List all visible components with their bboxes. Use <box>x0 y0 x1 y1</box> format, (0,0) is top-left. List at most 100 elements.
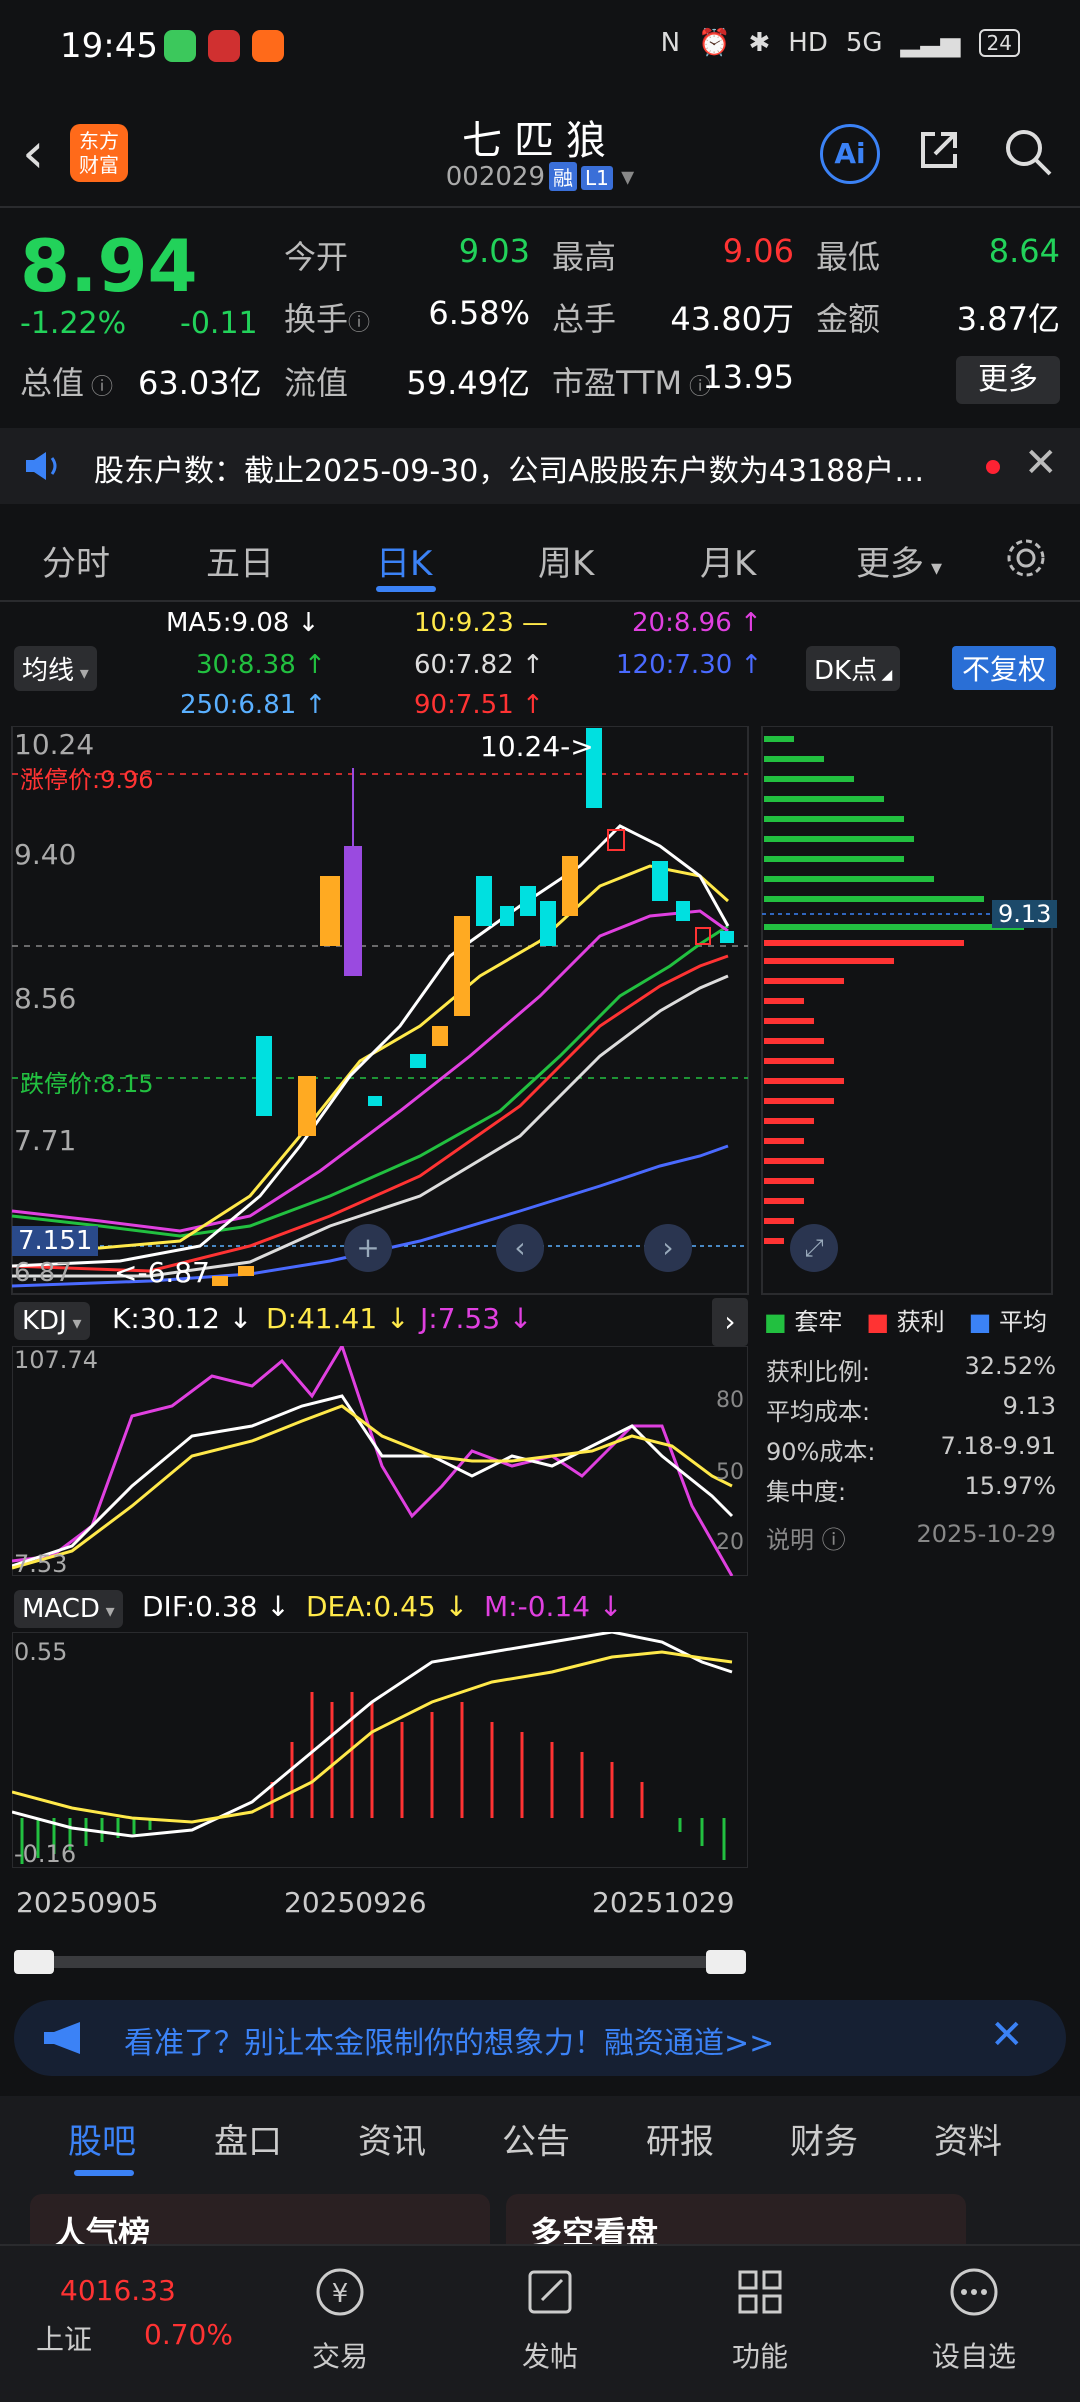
moving-averages <box>11 824 730 1288</box>
nav-trade[interactable]: ¥ 交易 <box>280 2264 400 2375</box>
chevron-left-icon[interactable]: ‹ <box>496 1224 544 1272</box>
expand-icon[interactable]: ⤢ <box>790 1224 838 1272</box>
ma90-legend: 90:7.51 ↑ <box>414 690 544 720</box>
volume-value: 43.80万 <box>670 300 794 338</box>
crosshair-price-tag: 7.151 <box>12 1226 99 1256</box>
tab-news[interactable]: 资讯 <box>358 2114 426 2163</box>
macd-chart <box>12 1632 748 1868</box>
more-button[interactable]: 更多 <box>956 356 1060 404</box>
gear-icon[interactable] <box>1004 536 1048 580</box>
search-icon[interactable] <box>1002 126 1054 178</box>
high-marker: 10.24-> <box>480 730 594 763</box>
tab-more[interactable]: 更多 ▾ <box>856 536 942 585</box>
high-value: 9.06 <box>722 232 794 270</box>
y-tick-bottom: 6.87 <box>14 1258 72 1288</box>
banner-text: 看准了？别让本金限制你的想象力！融资通道>> <box>124 2026 775 2061</box>
legend-trapped: ■ 套牢 <box>764 1308 843 1336</box>
zoom-in-button[interactable]: + <box>344 1224 392 1272</box>
turnover-label[interactable]: 换手ⓘ <box>284 294 370 340</box>
car-app-icon <box>208 30 240 62</box>
nfc-icon: N <box>660 28 681 58</box>
kdj-top: 107.74 <box>14 1346 98 1374</box>
close-icon[interactable]: ✕ <box>1024 440 1058 486</box>
float-cap-label: 流值 <box>284 364 349 402</box>
notice-bar[interactable]: 股东户数：截止2025-09-30，公司A股股东户数为43188户… ✕ <box>0 428 1080 504</box>
ma60-legend: 60:7.82 ↑ <box>414 650 544 680</box>
open-label: 今开 <box>284 238 349 276</box>
tab-finance[interactable]: 财务 <box>790 2114 858 2163</box>
total-cap-label[interactable]: 总值 ⓘ <box>20 358 113 404</box>
tab-announcements[interactable]: 公告 <box>502 2114 570 2163</box>
period-tabs: 分时 五日 日K 周K 月K 更多 ▾ <box>0 516 1080 600</box>
stock-code: 002029 <box>445 162 546 192</box>
tab-monthly-k[interactable]: 月K <box>700 536 756 585</box>
chevron-right-icon[interactable]: › <box>644 1224 692 1272</box>
nav-functions[interactable]: 功能 <box>700 2264 820 2375</box>
tab-daily-k[interactable]: 日K <box>376 536 432 585</box>
kdj-level-20: 20 <box>716 1530 744 1555</box>
y-tick-4: 7.71 <box>14 1124 77 1157</box>
nav-watchlist[interactable]: 设自选 <box>914 2264 1034 2375</box>
macd-selector[interactable]: MACD ▾ <box>14 1590 123 1628</box>
ai-button[interactable]: Ai <box>820 124 880 184</box>
level-badge: L1 <box>581 166 613 190</box>
chip-date: 2025-10-29 <box>916 1520 1056 1548</box>
cost-90-value: 7.18-9.91 <box>940 1432 1056 1460</box>
share-icon[interactable] <box>915 126 963 174</box>
adjust-toggle[interactable]: 不复权 <box>952 646 1057 690</box>
index-name: 上证 <box>36 2323 93 2356</box>
y-tick-2: 9.40 <box>14 838 77 871</box>
kdj-selector[interactable]: KDJ ▾ <box>14 1302 90 1340</box>
volume-label: 总手 <box>552 300 617 338</box>
change-percent: -1.22% <box>20 306 127 341</box>
tab-research[interactable]: 研报 <box>646 2114 714 2163</box>
concentration-label: 集中度: <box>766 1478 847 1506</box>
kdj-level-50: 50 <box>716 1460 744 1485</box>
pe-label[interactable]: 市盈TTM ⓘ <box>552 358 711 404</box>
concentration-value: 15.97% <box>964 1472 1056 1500</box>
ma-selector[interactable]: 均线 ▾ <box>14 646 97 691</box>
yen-icon: ¥ <box>316 2268 364 2316</box>
candlesticks <box>212 728 734 1286</box>
limit-down-label: 跌停价:8.15 <box>20 1070 154 1098</box>
range-slider-track[interactable] <box>18 1956 740 1968</box>
legend-average: ■ 平均 <box>968 1308 1047 1336</box>
nav-post[interactable]: 发帖 <box>490 2264 610 2375</box>
dk-selector[interactable]: DK点 ◢ <box>806 646 901 691</box>
message-app-icon <box>164 30 196 62</box>
chip-help[interactable]: 说明 ⓘ <box>766 1520 846 1560</box>
close-icon[interactable]: ✕ <box>990 2012 1024 2058</box>
change-value: -0.11 <box>180 306 258 341</box>
index-change: 0.70% <box>144 2318 233 2351</box>
tab-weekly-k[interactable]: 周K <box>538 536 594 585</box>
avg-cost-value: 9.13 <box>1002 1392 1056 1420</box>
index-value: 4016.33 <box>60 2274 176 2307</box>
alarm-icon: ⏰ <box>698 28 731 58</box>
financing-banner[interactable]: 看准了？别让本金限制你的想象力！融资通道>> ✕ <box>14 2000 1066 2076</box>
ma30-legend: 30:8.38 ↑ <box>196 650 326 680</box>
low-marker: <-6.87 <box>114 1256 210 1289</box>
range-slider-left-handle[interactable] <box>14 1950 54 1974</box>
macd-dea: DEA:0.45 ↓ <box>306 1590 469 1623</box>
network-label: 5G <box>845 28 883 58</box>
kline-chart[interactable] <box>0 726 1080 1296</box>
chip-distribution <box>764 736 1024 1244</box>
cost-90-label: 90%成本: <box>766 1438 876 1466</box>
chevron-right-icon[interactable]: › <box>712 1298 748 1346</box>
ma120-legend: 120:7.30 ↑ <box>616 650 763 680</box>
tab-order-book[interactable]: 盘口 <box>214 2114 282 2163</box>
kdj-bottom: 7.53 <box>14 1550 68 1578</box>
profit-ratio-label: 获利比例: <box>766 1358 871 1386</box>
date-start: 20250905 <box>16 1886 159 1919</box>
tab-five-day[interactable]: 五日 <box>206 536 274 585</box>
range-slider-right-handle[interactable] <box>706 1950 746 1974</box>
battery-icon: 24 <box>978 29 1020 57</box>
legend-profit: ■ 获利 <box>866 1308 945 1336</box>
tab-intraday[interactable]: 分时 <box>42 536 110 585</box>
nav-post-label: 发帖 <box>521 2340 578 2373</box>
low-value: 8.64 <box>988 232 1060 270</box>
ma20-legend: 20:8.96 ↑ <box>632 608 762 638</box>
tab-guba[interactable]: 股吧 <box>68 2114 136 2163</box>
tab-profile[interactable]: 资料 <box>934 2114 1002 2163</box>
speaker-icon <box>26 452 57 480</box>
